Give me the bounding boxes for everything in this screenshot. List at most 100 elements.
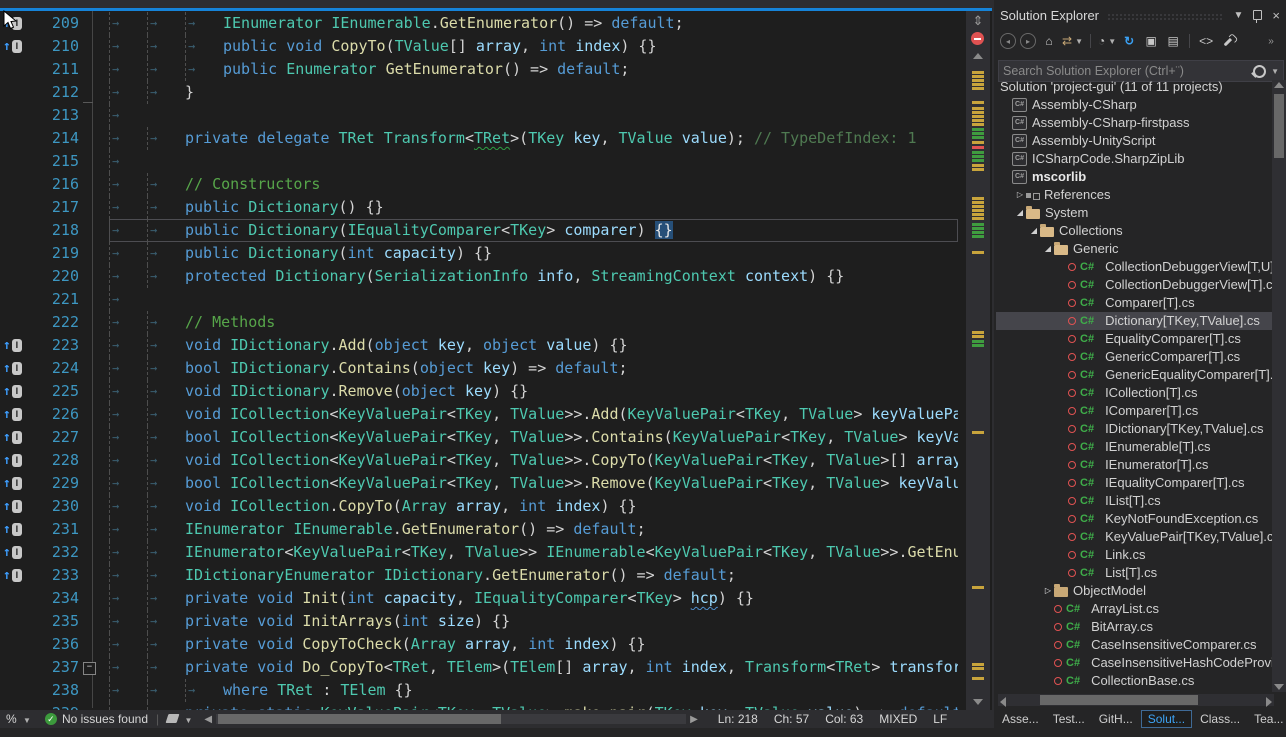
collapse-all-icon[interactable]: ▣ (1142, 32, 1160, 50)
code-line[interactable]: 218→→public Dictionary(IEqualityComparer… (0, 219, 958, 242)
code-line[interactable]: ↑I231→→IEnumerator IEnumerable.GetEnumer… (0, 518, 958, 541)
chevron-down-icon[interactable]: ▼ (1271, 67, 1279, 76)
pending-changes-filter-icon[interactable]: ◔▼ (1098, 32, 1116, 50)
code-line[interactable]: ↑I229→→bool ICollection<KeyValuePair<TKe… (0, 472, 958, 495)
tree-item-assembly-unityscript[interactable]: C#Assembly-UnityScript (996, 132, 1274, 150)
collapse-arrow-icon[interactable]: ◢ (1028, 222, 1040, 240)
tree-item-idictionary-tkey-tvalue-cs[interactable]: C#IDictionary[TKey,TValue].cs (996, 420, 1274, 438)
implements-interface-glyph-icon[interactable]: ↑I (0, 426, 29, 449)
code-text[interactable]: →→void ICollection<KeyValuePair<TKey, TV… (109, 403, 958, 426)
scroll-right-icon[interactable] (1266, 697, 1272, 707)
code-line[interactable]: 234→→private void Init(int capacity, IEq… (0, 587, 958, 610)
tree-item-caseinsensitivecomparer-cs[interactable]: C#CaseInsensitiveComparer.cs (996, 636, 1274, 654)
code-text[interactable]: →→protected Dictionary(SerializationInfo… (109, 265, 958, 288)
tree-item-solution-project-gui-11-of-11-projects[interactable]: Solution 'project-gui' (11 of 11 project… (996, 78, 1274, 96)
tree-item-objectmodel[interactable]: ▷ObjectModel (996, 582, 1274, 600)
code-line[interactable]: 235→→private void InitArrays(int size) {… (0, 610, 958, 633)
implements-interface-glyph-icon[interactable]: ↑I (0, 35, 29, 58)
tree-item-genericequalitycomparer-t-cs[interactable]: C#GenericEqualityComparer[T].cs (996, 366, 1274, 384)
tree-item-ienumerator-t-cs[interactable]: C#IEnumerator[T].cs (996, 456, 1274, 474)
code-line[interactable]: ↑I232→→IEnumerator<KeyValuePair<TKey, TV… (0, 541, 958, 564)
tree-item-bitarray-cs[interactable]: C#BitArray.cs (996, 618, 1274, 636)
panel-tab-test[interactable]: Test... (1047, 711, 1091, 727)
tree-item-icollection-t-cs[interactable]: C#ICollection[T].cs (996, 384, 1274, 402)
code-text[interactable]: →→public Dictionary() {} (109, 196, 958, 219)
implements-interface-glyph-icon[interactable]: ↑I (0, 403, 29, 426)
panel-tab-class[interactable]: Class... (1194, 711, 1246, 727)
code-line[interactable]: 239→→private static KeyValuePair<TKey, T… (0, 702, 958, 710)
tree-item-icsharpcode-sharpziplib[interactable]: C#ICSharpCode.SharpZipLib (996, 150, 1274, 168)
scrollbar-thumb[interactable] (218, 714, 501, 724)
code-text[interactable]: →→void ICollection.CopyTo(Array array, i… (109, 495, 958, 518)
code-text[interactable]: →→private void Do_CopyTo<TRet, TElem>(TE… (109, 656, 958, 679)
tree-item-ilist-t-cs[interactable]: C#IList[T].cs (996, 492, 1274, 510)
implements-interface-glyph-icon[interactable]: ↑I (0, 334, 29, 357)
scroll-down-icon[interactable] (973, 699, 983, 705)
code-text[interactable]: →→IEnumerator IEnumerable.GetEnumerator(… (109, 518, 958, 541)
close-icon[interactable]: × (1272, 8, 1280, 23)
tree-item-assembly-csharp[interactable]: C#Assembly-CSharp (996, 96, 1274, 114)
tree-item-caseinsensitivehashcodeprovider-cs[interactable]: C#CaseInsensitiveHashCodeProvider.cs (996, 654, 1274, 672)
code-line[interactable]: 217→→public Dictionary() {} (0, 196, 958, 219)
code-line[interactable]: 221→ (0, 288, 958, 311)
tree-item-references[interactable]: ▷References (996, 186, 1274, 204)
code-text[interactable]: →→public Dictionary(IEqualityComparer<TK… (109, 219, 958, 242)
expand-arrow-icon[interactable]: ▷ (1014, 186, 1026, 204)
sync-with-active-document-icon[interactable]: ⇄▼ (1062, 32, 1083, 50)
forward-icon[interactable]: ▸ (1020, 33, 1036, 49)
code-text[interactable]: →→private void CopyToCheck(Array array, … (109, 633, 958, 656)
code-text[interactable]: →→bool ICollection<KeyValuePair<TKey, TV… (109, 426, 958, 449)
code-line[interactable]: 215→ (0, 150, 958, 173)
code-line[interactable]: ↑I224→→bool IDictionary.Contains(object … (0, 357, 958, 380)
code-text[interactable]: →→void IDictionary.Add(object key, objec… (109, 334, 958, 357)
code-line[interactable]: ↑I230→→void ICollection.CopyTo(Array arr… (0, 495, 958, 518)
code-line[interactable]: 222→→// Methods (0, 311, 958, 334)
code-line[interactable]: 237−→→private void Do_CopyTo<TRet, TElem… (0, 656, 958, 679)
code-line[interactable]: ↑I209→→→IEnumerator IEnumerable.GetEnume… (0, 12, 958, 35)
back-icon[interactable]: ◂ (1000, 33, 1016, 49)
outlining-margin[interactable]: − (91, 656, 109, 679)
code-line[interactable]: 236→→private void CopyToCheck(Array arra… (0, 633, 958, 656)
document-health-error-icon[interactable] (971, 32, 984, 45)
code-text[interactable]: → (109, 150, 958, 173)
tree-item-keynotfoundexception-cs[interactable]: C#KeyNotFoundException.cs (996, 510, 1274, 528)
tree-item-genericcomparer-t-cs[interactable]: C#GenericComparer[T].cs (996, 348, 1274, 366)
scrollbar-thumb[interactable] (1040, 695, 1198, 705)
code-line[interactable]: ↑I228→→void ICollection<KeyValuePair<TKe… (0, 449, 958, 472)
code-text[interactable]: →→→public Enumerator GetEnumerator() => … (109, 58, 958, 81)
code-text[interactable]: →→bool IDictionary.Contains(object key) … (109, 357, 958, 380)
search-icon[interactable] (1253, 65, 1266, 78)
home-icon[interactable]: ⌂ (1040, 32, 1058, 50)
collapse-region-icon[interactable]: − (83, 662, 96, 675)
implements-interface-glyph-icon[interactable]: ↑I (0, 564, 29, 587)
collapse-arrow-icon[interactable]: ◢ (1042, 240, 1054, 258)
code-text[interactable]: → (109, 288, 958, 311)
panel-tab-asse[interactable]: Asse... (996, 711, 1045, 727)
tree-item-collectionbase-cs[interactable]: C#CollectionBase.cs (996, 672, 1274, 690)
code-text[interactable]: →→bool ICollection<KeyValuePair<TKey, TV… (109, 472, 958, 495)
code-line[interactable]: 212→→} (0, 81, 958, 104)
refresh-icon[interactable]: ↻ (1120, 32, 1138, 50)
code-text[interactable]: →→public Dictionary(int capacity) {} (109, 242, 958, 265)
panel-tab-gith[interactable]: GitH... (1093, 711, 1139, 727)
code-text[interactable]: →→private delegate TRet Transform<TRet>(… (109, 127, 958, 150)
pin-icon[interactable] (1253, 10, 1262, 20)
tree-vertical-scrollbar[interactable] (1272, 80, 1286, 692)
implements-interface-glyph-icon[interactable]: ↑I (0, 518, 29, 541)
code-text[interactable]: →→void ICollection<KeyValuePair<TKey, TV… (109, 449, 958, 472)
code-line[interactable]: ↑I233→→IDictionaryEnumerator IDictionary… (0, 564, 958, 587)
code-line[interactable]: ↑I226→→void ICollection<KeyValuePair<TKe… (0, 403, 958, 426)
tree-item-assembly-csharp-firstpass[interactable]: C#Assembly-CSharp-firstpass (996, 114, 1274, 132)
panel-tab-tea[interactable]: Tea... (1248, 711, 1286, 727)
tree-item-collectiondebuggerview-t-cs[interactable]: C#CollectionDebuggerView[T].cs (996, 276, 1274, 294)
scroll-up-icon[interactable] (973, 53, 983, 59)
window-position-chevron-icon[interactable]: ▼ (1234, 10, 1244, 21)
code-line[interactable]: 238→→→where TRet : TElem {} (0, 679, 958, 702)
panel-tab-solut[interactable]: Solut... (1141, 710, 1192, 728)
code-line[interactable]: ↑I225→→void IDictionary.Remove(object ke… (0, 380, 958, 403)
tree-item-dictionary-tkey-tvalue-cs[interactable]: C#Dictionary[TKey,TValue].cs (996, 312, 1274, 330)
code-text[interactable]: →→→IEnumerator IEnumerable.GetEnumerator… (109, 12, 958, 35)
code-text[interactable]: →→IDictionaryEnumerator IDictionary.GetE… (109, 564, 958, 587)
tree-item-link-cs[interactable]: C#Link.cs (996, 546, 1274, 564)
tree-item-system[interactable]: ◢System (996, 204, 1274, 222)
